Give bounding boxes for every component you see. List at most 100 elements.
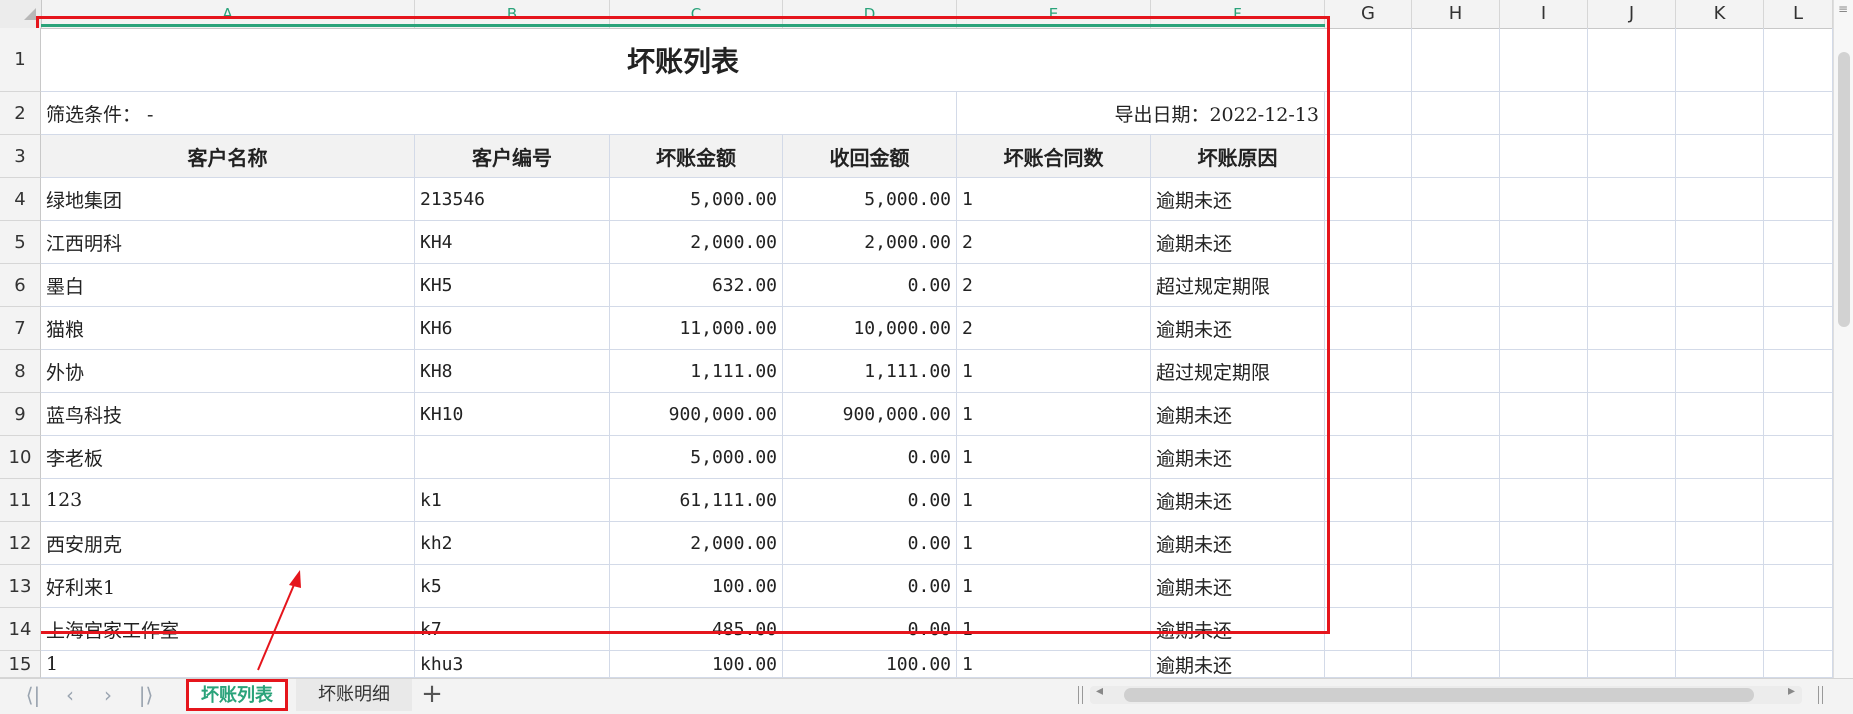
table-cell[interactable]: 11,000.00 [610, 307, 783, 350]
table-cell[interactable]: 5,000.00 [783, 178, 957, 221]
table-cell[interactable]: KH8 [415, 350, 610, 393]
table-cell[interactable]: 逾期未还 [1151, 393, 1325, 436]
empty-cell[interactable] [1676, 565, 1764, 608]
table-cell[interactable]: 100.00 [783, 651, 957, 678]
empty-cell[interactable] [1764, 307, 1833, 350]
empty-cell[interactable] [1412, 28, 1500, 92]
table-cell[interactable]: 1,111.00 [610, 350, 783, 393]
empty-cell[interactable] [1325, 264, 1412, 307]
table-cell[interactable]: 5,000.00 [610, 436, 783, 479]
table-cell[interactable]: 李老板 [41, 436, 415, 479]
empty-cell[interactable] [1588, 608, 1676, 651]
table-cell[interactable]: 蓝鸟科技 [41, 393, 415, 436]
table-cell[interactable]: 逾期未还 [1151, 307, 1325, 350]
empty-cell[interactable] [1764, 393, 1833, 436]
empty-cell[interactable] [1676, 479, 1764, 522]
empty-cell[interactable] [1325, 350, 1412, 393]
empty-cell[interactable] [1676, 28, 1764, 92]
empty-cell[interactable] [1588, 436, 1676, 479]
empty-cell[interactable] [1500, 178, 1588, 221]
column-header-j[interactable]: J [1588, 0, 1676, 28]
empty-cell[interactable] [1325, 565, 1412, 608]
tab-splitter[interactable] [1078, 686, 1083, 704]
table-cell[interactable]: 1 [41, 651, 415, 678]
table-cell[interactable]: 1 [957, 608, 1151, 651]
table-cell[interactable]: KH5 [415, 264, 610, 307]
view-splitter[interactable] [1818, 686, 1823, 704]
empty-cell[interactable] [1764, 436, 1833, 479]
table-cell[interactable]: 逾期未还 [1151, 522, 1325, 565]
table-cell[interactable]: 900,000.00 [783, 393, 957, 436]
table-cell[interactable]: 绿地集团 [41, 178, 415, 221]
empty-cell[interactable] [1588, 264, 1676, 307]
empty-cell[interactable] [1676, 522, 1764, 565]
next-sheet-icon[interactable]: › [93, 681, 123, 709]
empty-cell[interactable] [1412, 221, 1500, 264]
empty-cell[interactable] [1676, 350, 1764, 393]
table-cell[interactable]: 0.00 [783, 479, 957, 522]
table-cell[interactable]: 1,111.00 [783, 350, 957, 393]
empty-cell[interactable] [1412, 92, 1500, 135]
empty-cell[interactable] [1412, 307, 1500, 350]
empty-cell[interactable] [1325, 651, 1412, 678]
table-header-cell[interactable]: 坏账原因 [1151, 135, 1325, 178]
table-cell[interactable]: 逾期未还 [1151, 178, 1325, 221]
table-cell[interactable]: 100.00 [610, 565, 783, 608]
column-header-k[interactable]: K [1676, 0, 1764, 28]
table-cell[interactable]: 逾期未还 [1151, 436, 1325, 479]
row-header-6[interactable]: 6 [0, 264, 41, 307]
empty-cell[interactable] [1588, 307, 1676, 350]
row-header-10[interactable]: 10 [0, 436, 41, 479]
table-cell[interactable]: 632.00 [610, 264, 783, 307]
empty-cell[interactable] [1325, 522, 1412, 565]
row-header-11[interactable]: 11 [0, 479, 41, 522]
empty-cell[interactable] [1325, 479, 1412, 522]
row-header-8[interactable]: 8 [0, 350, 41, 393]
empty-cell[interactable] [1676, 436, 1764, 479]
empty-cell[interactable] [1676, 135, 1764, 178]
table-cell[interactable]: 逾期未还 [1151, 479, 1325, 522]
empty-cell[interactable] [1412, 436, 1500, 479]
row-header-13[interactable]: 13 [0, 565, 41, 608]
empty-cell[interactable] [1588, 350, 1676, 393]
row-header-14[interactable]: 14 [0, 608, 41, 651]
empty-cell[interactable] [1588, 651, 1676, 678]
horizontal-scrollbar[interactable] [1090, 686, 1802, 704]
table-cell[interactable]: k7 [415, 608, 610, 651]
table-cell[interactable]: 逾期未还 [1151, 651, 1325, 678]
empty-cell[interactable] [1764, 92, 1833, 135]
empty-cell[interactable] [1500, 479, 1588, 522]
row-header-3[interactable]: 3 [0, 135, 41, 178]
table-cell[interactable]: 2,000.00 [783, 221, 957, 264]
table-cell[interactable]: 1 [957, 393, 1151, 436]
table-cell[interactable]: 5,000.00 [610, 178, 783, 221]
empty-cell[interactable] [1764, 479, 1833, 522]
table-cell[interactable]: 1 [957, 522, 1151, 565]
row-header-15[interactable]: 15 [0, 651, 41, 678]
empty-cell[interactable] [1412, 393, 1500, 436]
empty-cell[interactable] [1676, 178, 1764, 221]
empty-cell[interactable] [1676, 651, 1764, 678]
empty-cell[interactable] [1588, 135, 1676, 178]
empty-cell[interactable] [1676, 221, 1764, 264]
table-cell[interactable]: 10,000.00 [783, 307, 957, 350]
export-date-cell[interactable]: 导出日期：2022-12-13 [957, 92, 1325, 135]
scroll-left-icon[interactable]: ◂ [1096, 683, 1103, 699]
table-cell[interactable]: 0.00 [783, 522, 957, 565]
table-cell[interactable]: k5 [415, 565, 610, 608]
empty-cell[interactable] [1412, 479, 1500, 522]
sheet-tab-bad-debt-list[interactable]: 坏账列表 [186, 679, 288, 711]
empty-cell[interactable] [1588, 522, 1676, 565]
empty-cell[interactable] [1412, 135, 1500, 178]
empty-cell[interactable] [1500, 393, 1588, 436]
table-cell[interactable]: 123 [41, 479, 415, 522]
empty-cell[interactable] [1325, 221, 1412, 264]
column-header-h[interactable]: H [1412, 0, 1500, 28]
column-header-l[interactable]: L [1764, 0, 1833, 28]
table-cell[interactable]: 1 [957, 479, 1151, 522]
prev-sheet-icon[interactable]: ‹ [55, 681, 85, 709]
row-header-4[interactable]: 4 [0, 178, 41, 221]
empty-cell[interactable] [1500, 522, 1588, 565]
empty-cell[interactable] [1500, 221, 1588, 264]
table-cell[interactable]: 1 [957, 651, 1151, 678]
